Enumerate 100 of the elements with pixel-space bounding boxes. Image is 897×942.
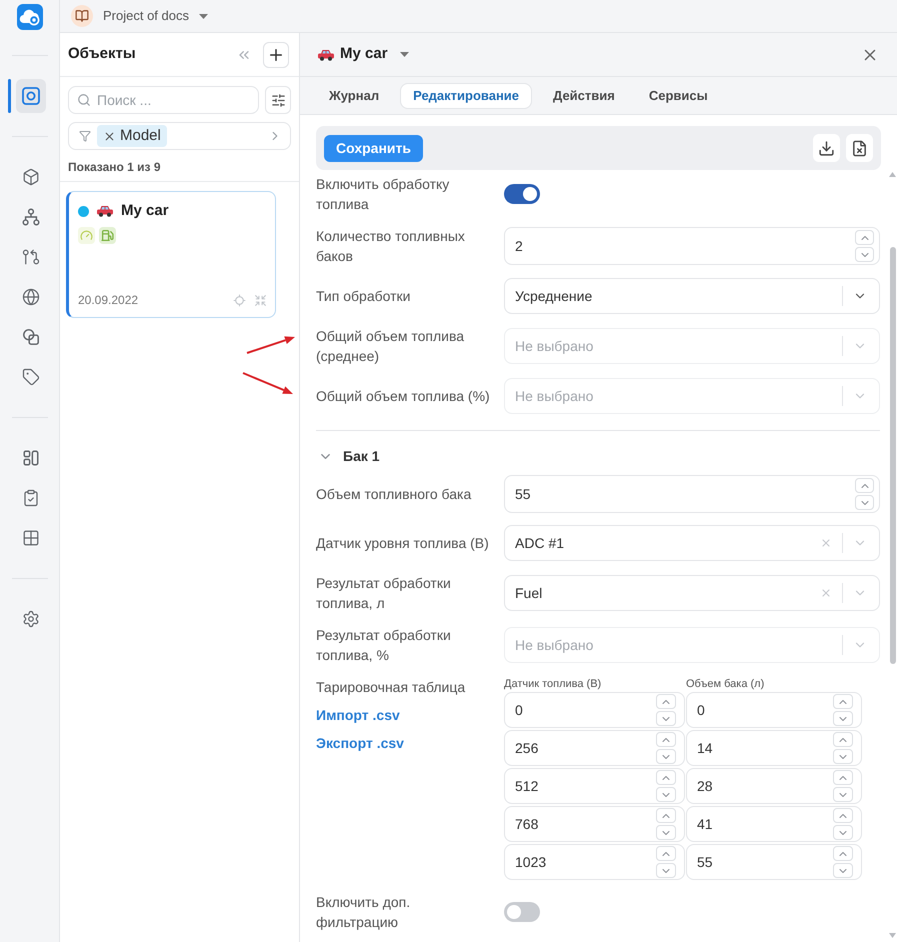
number-input[interactable]: 0 xyxy=(504,692,685,728)
spin-up-button[interactable] xyxy=(833,694,853,709)
clear-button[interactable] xyxy=(820,587,832,599)
layout-icon xyxy=(22,449,40,467)
number-input[interactable]: 2 xyxy=(504,227,880,265)
field-label: Объем топливного бака xyxy=(316,486,472,502)
number-input[interactable]: 41 xyxy=(686,806,862,842)
filter-chip[interactable]: Model xyxy=(97,125,167,147)
object-title-dropdown[interactable]: My car xyxy=(318,43,409,66)
spin-down-button[interactable] xyxy=(833,711,853,726)
field-label: Общий объем топлива (%) xyxy=(316,388,490,404)
car-icon xyxy=(318,48,334,60)
scroll-up-icon[interactable] xyxy=(889,172,896,177)
field-label: Тип обработки xyxy=(316,288,410,304)
tab[interactable]: Журнал xyxy=(316,82,392,108)
download-icon xyxy=(818,140,835,156)
caret-icon xyxy=(199,14,208,18)
object-name: My car xyxy=(121,201,169,221)
object-date: 20.09.2022 xyxy=(78,292,140,309)
shapes-icon xyxy=(22,328,40,346)
column-header: Датчик топлива (В) xyxy=(504,678,602,690)
select-field[interactable]: Fuel xyxy=(504,575,880,611)
file-x-button[interactable] xyxy=(846,134,873,162)
field-label: Включить доп. фильтрацию xyxy=(316,894,410,930)
caret-icon xyxy=(400,52,409,57)
number-input[interactable]: 55 xyxy=(686,844,862,880)
section-toggle[interactable]: Бак 1 xyxy=(316,444,380,468)
field-label: Результат обработки топлива, % xyxy=(316,627,451,663)
field-label: Результат обработки топлива, л xyxy=(316,575,451,611)
sliders-icon xyxy=(270,92,286,108)
spin-down-button[interactable] xyxy=(855,247,874,262)
scroll-down-icon[interactable] xyxy=(889,933,896,938)
spin-down-button[interactable] xyxy=(833,749,853,764)
number-input[interactable]: 768 xyxy=(504,806,685,842)
grid-icon xyxy=(22,529,40,547)
number-input[interactable]: 256 xyxy=(504,730,685,766)
spin-up-button[interactable] xyxy=(833,846,853,861)
filter-settings-button[interactable] xyxy=(265,86,291,114)
toggle-switch[interactable] xyxy=(504,902,540,922)
cube-icon xyxy=(22,168,40,186)
spin-down-button[interactable] xyxy=(656,749,676,764)
panel-title: Объекты xyxy=(68,44,137,64)
spin-up-button[interactable] xyxy=(855,478,874,493)
tab[interactable]: Сервисы xyxy=(636,82,721,108)
number-input[interactable]: 28 xyxy=(686,768,862,804)
car-icon xyxy=(97,205,113,218)
file-x-icon xyxy=(851,140,868,156)
scrollbar-thumb[interactable] xyxy=(890,247,896,664)
csv-link[interactable]: Экспорт .csv xyxy=(316,733,404,753)
spin-down-button[interactable] xyxy=(833,787,853,802)
number-input[interactable]: 1023 xyxy=(504,844,685,880)
csv-link[interactable]: Импорт .csv xyxy=(316,705,400,725)
remove-icon xyxy=(103,130,116,142)
dropdown-field[interactable]: Усреднение xyxy=(504,278,880,314)
field-label: Датчик уровня топлива (В) xyxy=(316,535,489,551)
tab[interactable]: Редактирование xyxy=(400,82,532,108)
spin-up-button[interactable] xyxy=(833,732,853,747)
tag-icon xyxy=(22,368,40,386)
field-label: Количество топливных баков xyxy=(316,228,465,264)
logo-icon xyxy=(16,4,42,30)
spin-up-button[interactable] xyxy=(833,808,853,823)
tab[interactable]: Действия xyxy=(540,82,628,108)
gauge-icon xyxy=(78,226,95,244)
spin-up-button[interactable] xyxy=(656,808,676,823)
shrink-icon[interactable] xyxy=(254,294,267,306)
spin-up-button[interactable] xyxy=(833,770,853,785)
fuel-pump-icon xyxy=(99,226,116,244)
number-input[interactable]: 55 xyxy=(504,475,880,513)
spin-up-button[interactable] xyxy=(656,732,676,747)
spin-down-button[interactable] xyxy=(656,711,676,726)
clear-icon xyxy=(820,587,832,599)
spin-up-button[interactable] xyxy=(656,846,676,861)
spin-down-button[interactable] xyxy=(656,787,676,802)
crosshair-icon[interactable] xyxy=(233,294,246,306)
select-field[interactable]: ADC #1 xyxy=(504,525,880,561)
add-button[interactable] xyxy=(263,42,289,68)
spin-down-button[interactable] xyxy=(833,825,853,840)
funnel-icon xyxy=(79,130,91,142)
spin-down-button[interactable] xyxy=(855,495,874,510)
hierarchy-icon xyxy=(22,208,40,226)
spin-down-button[interactable] xyxy=(656,863,676,878)
spin-up-button[interactable] xyxy=(656,770,676,785)
number-input[interactable]: 512 xyxy=(504,768,685,804)
number-input[interactable]: 14 xyxy=(686,730,862,766)
toggle-switch[interactable] xyxy=(504,184,540,204)
column-header: Объем бака (л) xyxy=(686,678,764,690)
spin-up-button[interactable] xyxy=(855,230,874,245)
clear-button[interactable] xyxy=(820,537,832,549)
globe-icon xyxy=(22,288,40,306)
object-card[interactable]: My car 20.09.2022 xyxy=(66,191,276,318)
download-button[interactable] xyxy=(813,134,840,162)
spin-down-button[interactable] xyxy=(833,863,853,878)
clipboard-check-icon xyxy=(22,489,40,507)
book-icon xyxy=(71,5,93,27)
clear-icon xyxy=(820,537,832,549)
spin-up-button[interactable] xyxy=(656,694,676,709)
spin-down-button[interactable] xyxy=(656,825,676,840)
nav-button[interactable] xyxy=(16,79,46,113)
number-input[interactable]: 0 xyxy=(686,692,862,728)
project-dropdown[interactable]: Project of docs xyxy=(71,5,208,27)
